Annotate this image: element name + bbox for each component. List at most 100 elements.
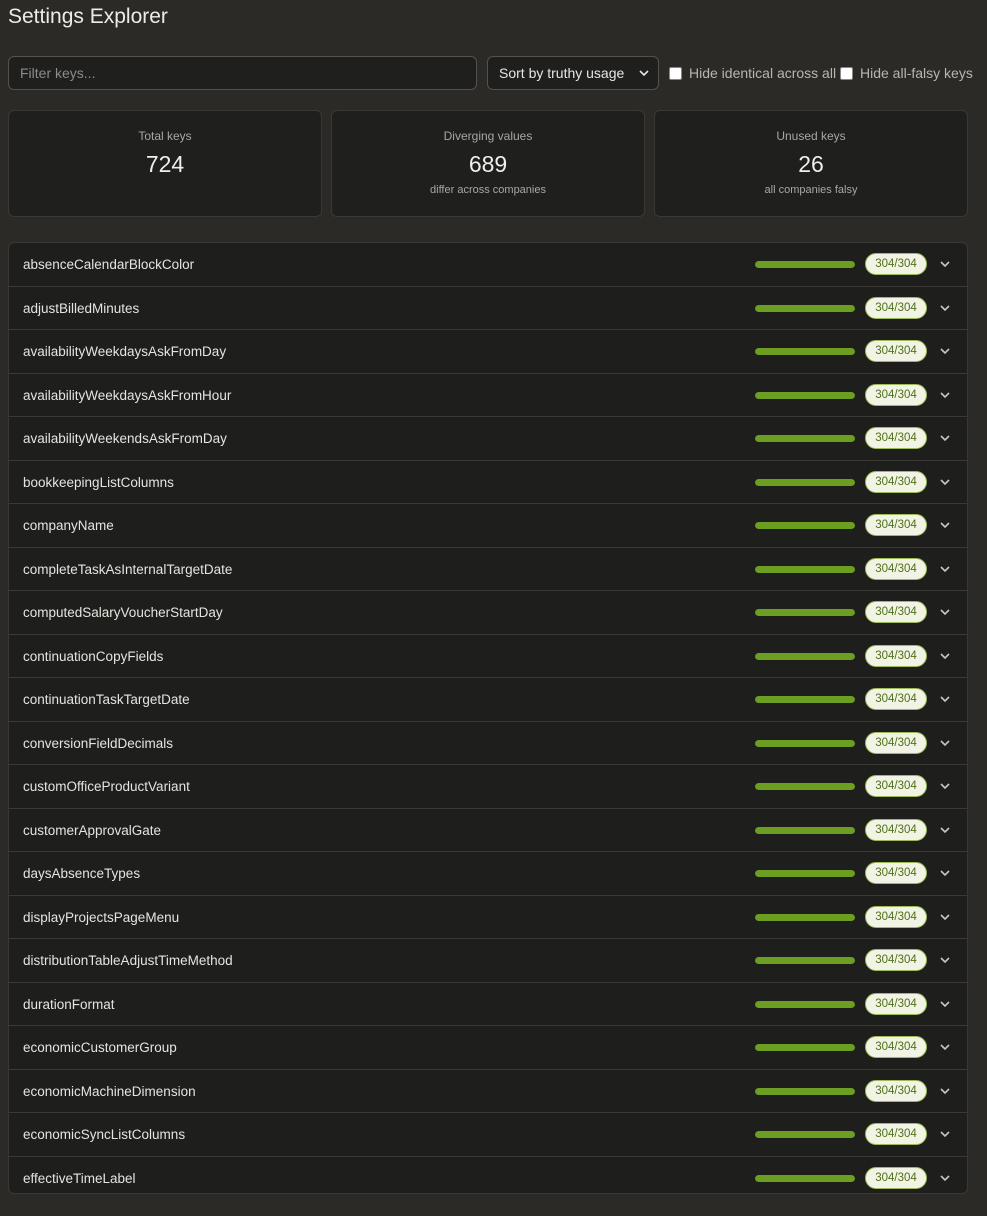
chevron-down-icon[interactable] — [938, 866, 952, 880]
setting-key-name: continuationTaskTargetDate — [23, 692, 190, 707]
setting-row[interactable]: absenceCalendarBlockColor 304/304 — [9, 243, 967, 287]
hide-falsy-toggle[interactable]: Hide all-falsy keys — [840, 65, 973, 81]
hide-identical-checkbox[interactable] — [669, 66, 682, 80]
toolbar: Sort by truthy usage Hide identical acro… — [8, 56, 979, 90]
usage-bar — [755, 1087, 855, 1095]
chevron-down-icon[interactable] — [938, 779, 952, 793]
setting-key-name: daysAbsenceTypes — [23, 866, 141, 881]
usage-bar-fill — [755, 304, 855, 312]
usage-bar-fill — [755, 609, 855, 616]
usage-bar-fill — [755, 478, 855, 486]
setting-row[interactable]: conversionFieldDecimals 304/304 — [9, 722, 967, 765]
usage-bar-fill — [755, 826, 855, 834]
chevron-down-icon[interactable] — [938, 823, 952, 837]
chevron-down-icon[interactable] — [938, 562, 952, 576]
stat-card-diverging-values: Diverging values 689 differ across compa… — [331, 110, 645, 217]
setting-key-name: economicCustomerGroup — [23, 1040, 177, 1055]
setting-row[interactable]: customerApprovalGate 304/304 — [9, 809, 967, 852]
setting-row[interactable]: completeTaskAsInternalTargetDate 304/304 — [9, 548, 967, 591]
hide-identical-label: Hide identical across all — [689, 65, 837, 81]
usage-bar — [755, 1174, 855, 1182]
chevron-down-icon[interactable] — [938, 736, 952, 750]
setting-row[interactable]: economicMachineDimension 304/304 — [9, 1070, 967, 1113]
usage-bar — [755, 1044, 855, 1051]
setting-row[interactable]: availabilityWeekdaysAskFromDay 304/304 — [9, 330, 967, 374]
chevron-down-icon[interactable] — [938, 605, 952, 619]
usage-count-badge: 304/304 — [865, 340, 927, 362]
usage-count-badge: 304/304 — [865, 296, 927, 319]
setting-key-name: continuationCopyFields — [23, 648, 164, 664]
usage-bar — [755, 522, 855, 529]
setting-row[interactable]: distributionTableAdjustTimeMethod 304/304 — [9, 939, 967, 983]
usage-bar — [755, 565, 855, 573]
usage-count-badge: 304/304 — [865, 557, 927, 580]
setting-row[interactable]: effectiveTimeLabel 304/304 — [9, 1157, 967, 1194]
chevron-down-icon[interactable] — [938, 475, 952, 489]
usage-bar-fill — [755, 696, 855, 703]
setting-row[interactable]: bookkeepingListColumns 304/304 — [9, 461, 967, 504]
setting-row[interactable]: displayProjectsPageMenu 304/304 — [9, 896, 967, 939]
setting-row[interactable]: availabilityWeekdaysAskFromHour 304/304 — [9, 374, 967, 417]
setting-row[interactable]: computedSalaryVoucherStartDay 304/304 — [9, 591, 967, 635]
setting-key-name: economicSyncListColumns — [23, 1127, 186, 1142]
usage-bar-fill — [755, 1174, 855, 1182]
usage-bar — [755, 913, 855, 921]
page-title: Settings Explorer — [8, 5, 168, 28]
chevron-down-icon[interactable] — [938, 431, 952, 445]
setting-row[interactable]: customOfficeProductVariant 304/304 — [9, 765, 967, 809]
hide-falsy-label: Hide all-falsy keys — [860, 65, 973, 81]
usage-bar-fill — [755, 783, 855, 790]
setting-key-name: adjustBilledMinutes — [23, 300, 140, 316]
chevron-down-icon[interactable] — [938, 1040, 952, 1054]
usage-count-badge: 304/304 — [865, 1036, 927, 1058]
usage-count-badge: 304/304 — [865, 1123, 927, 1145]
filter-keys-input[interactable] — [8, 56, 477, 90]
chevron-down-icon[interactable] — [938, 388, 952, 402]
usage-count-badge: 304/304 — [865, 1079, 927, 1102]
hide-identical-toggle[interactable]: Hide identical across all — [669, 65, 836, 81]
chevron-down-icon[interactable] — [938, 344, 952, 358]
chevron-down-icon[interactable] — [938, 692, 952, 706]
setting-row[interactable]: companyName 304/304 — [9, 504, 967, 548]
chevron-down-icon — [639, 70, 649, 77]
setting-row[interactable]: economicSyncListColumns 304/304 — [9, 1113, 967, 1157]
setting-row[interactable]: adjustBilledMinutes 304/304 — [9, 287, 967, 330]
usage-bar-fill — [755, 957, 855, 964]
usage-bar — [755, 261, 855, 268]
setting-row[interactable]: continuationCopyFields 304/304 — [9, 635, 967, 678]
usage-bar — [755, 304, 855, 312]
chevron-down-icon[interactable] — [938, 649, 952, 663]
setting-key-name: bookkeepingListColumns — [23, 474, 174, 490]
chevron-down-icon[interactable] — [938, 257, 952, 271]
usage-bar-fill — [755, 522, 855, 529]
stat-title: Total keys — [138, 129, 192, 143]
setting-row[interactable]: durationFormat 304/304 — [9, 983, 967, 1026]
chevron-down-icon[interactable] — [938, 518, 952, 532]
chevron-down-icon[interactable] — [938, 301, 952, 315]
setting-row[interactable]: daysAbsenceTypes 304/304 — [9, 852, 967, 896]
stats-row: Total keys 724 Diverging values 689 diff… — [8, 110, 968, 217]
usage-bar — [755, 696, 855, 703]
setting-key-name: companyName — [23, 518, 114, 533]
chevron-down-icon[interactable] — [938, 1171, 952, 1185]
sort-select[interactable]: Sort by truthy usage — [487, 56, 659, 90]
chevron-down-icon[interactable] — [938, 910, 952, 924]
chevron-down-icon[interactable] — [938, 953, 952, 967]
usage-bar — [755, 1000, 855, 1008]
setting-key-name: availabilityWeekendsAskFromDay — [23, 431, 227, 446]
stat-value: 724 — [145, 151, 185, 177]
setting-key-name: availabilityWeekdaysAskFromDay — [23, 344, 227, 359]
setting-key-name: availabilityWeekdaysAskFromHour — [23, 387, 232, 403]
chevron-down-icon[interactable] — [938, 1127, 952, 1141]
setting-key-name: absenceCalendarBlockColor — [23, 257, 195, 272]
usage-bar — [755, 391, 855, 399]
hide-falsy-checkbox[interactable] — [840, 66, 853, 80]
setting-row[interactable]: availabilityWeekendsAskFromDay 304/304 — [9, 417, 967, 461]
usage-count-badge: 304/304 — [865, 383, 927, 406]
setting-row[interactable]: economicCustomerGroup 304/304 — [9, 1026, 967, 1070]
chevron-down-icon[interactable] — [938, 997, 952, 1011]
chevron-down-icon[interactable] — [938, 1084, 952, 1098]
setting-row[interactable]: continuationTaskTargetDate 304/304 — [9, 678, 967, 722]
stat-card-total-keys: Total keys 724 — [8, 110, 322, 217]
usage-bar — [755, 783, 855, 790]
